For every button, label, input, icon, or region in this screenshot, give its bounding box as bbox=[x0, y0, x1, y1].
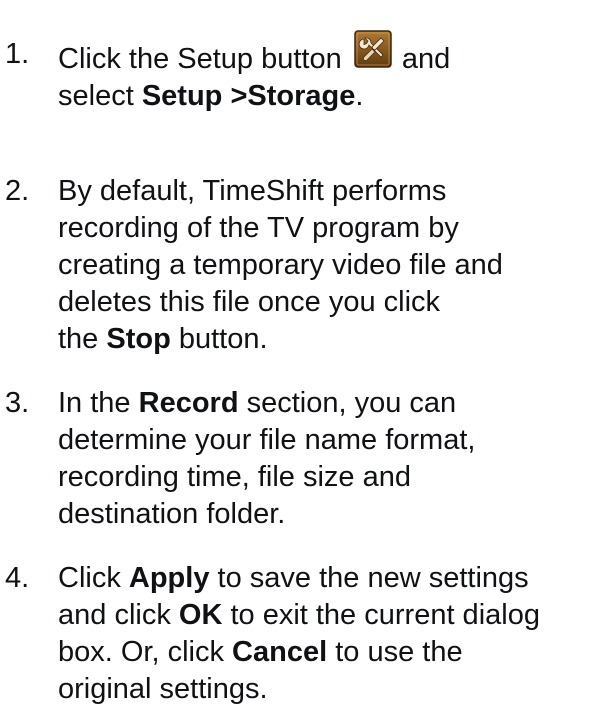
step-text: Click Apply to save the new settings and… bbox=[58, 560, 588, 708]
step-text-segment: and click bbox=[58, 599, 179, 631]
step-text-segment: to exit the current dialog bbox=[222, 599, 540, 631]
button-name: Stop bbox=[106, 323, 171, 355]
step-line: the Stop button. bbox=[58, 321, 588, 358]
step-text: Click the Setup button and select Setup … bbox=[58, 30, 588, 115]
step-text: By default, TimeShift performs recording… bbox=[58, 173, 588, 358]
step-number: 1. bbox=[5, 38, 30, 70]
step-text-segment: box. Or, click bbox=[58, 636, 233, 668]
step-text-segment: section, you can bbox=[238, 387, 457, 419]
step-line: select Setup >Storage. bbox=[58, 78, 588, 115]
step-line: recording of the TV program by bbox=[58, 212, 459, 244]
setup-wrench-screwdriver-icon bbox=[354, 30, 392, 68]
step-text-segment: In the bbox=[58, 387, 139, 419]
step-number: 2. bbox=[5, 175, 30, 207]
button-name: Apply bbox=[128, 562, 210, 594]
step-line: and click OK to exit the current dialog bbox=[58, 597, 588, 634]
step-text-segment: select bbox=[58, 80, 142, 112]
button-name: OK bbox=[178, 599, 223, 631]
step-line: destination folder. bbox=[58, 498, 286, 530]
step-line: determine your file name format, bbox=[58, 424, 476, 456]
step-text-segment: Click the Setup button bbox=[58, 43, 350, 75]
step-text-segment: Click bbox=[58, 562, 129, 594]
step-line: In the Record section, you can bbox=[58, 385, 588, 422]
step-line: deletes this file once you click bbox=[58, 286, 441, 318]
step-line: By default, TimeShift performs bbox=[58, 175, 447, 207]
step-number: 3. bbox=[5, 387, 30, 419]
step-line: Click the Setup button and bbox=[58, 30, 588, 78]
section-name: Record bbox=[138, 387, 239, 419]
menu-path: Setup >Storage bbox=[141, 80, 356, 112]
step-line: Click Apply to save the new settings bbox=[58, 560, 588, 597]
step-text-segment: button. bbox=[170, 323, 268, 355]
step-text-segment: to use the bbox=[327, 636, 463, 668]
step-line: box. Or, click Cancel to use the bbox=[58, 634, 588, 671]
step-line: original settings. bbox=[58, 673, 268, 705]
step-text-segment: . bbox=[355, 80, 364, 112]
step-text-segment: and bbox=[393, 43, 451, 75]
step-line: recording time, file size and bbox=[58, 461, 411, 493]
step-text-segment: the bbox=[58, 323, 107, 355]
step-number: 4. bbox=[5, 562, 30, 594]
button-name: Cancel bbox=[232, 636, 328, 668]
step-line: creating a temporary video file and bbox=[58, 249, 503, 281]
step-text: In the Record section, you can determine… bbox=[58, 385, 588, 533]
step-text-segment: to save the new settings bbox=[209, 562, 529, 594]
